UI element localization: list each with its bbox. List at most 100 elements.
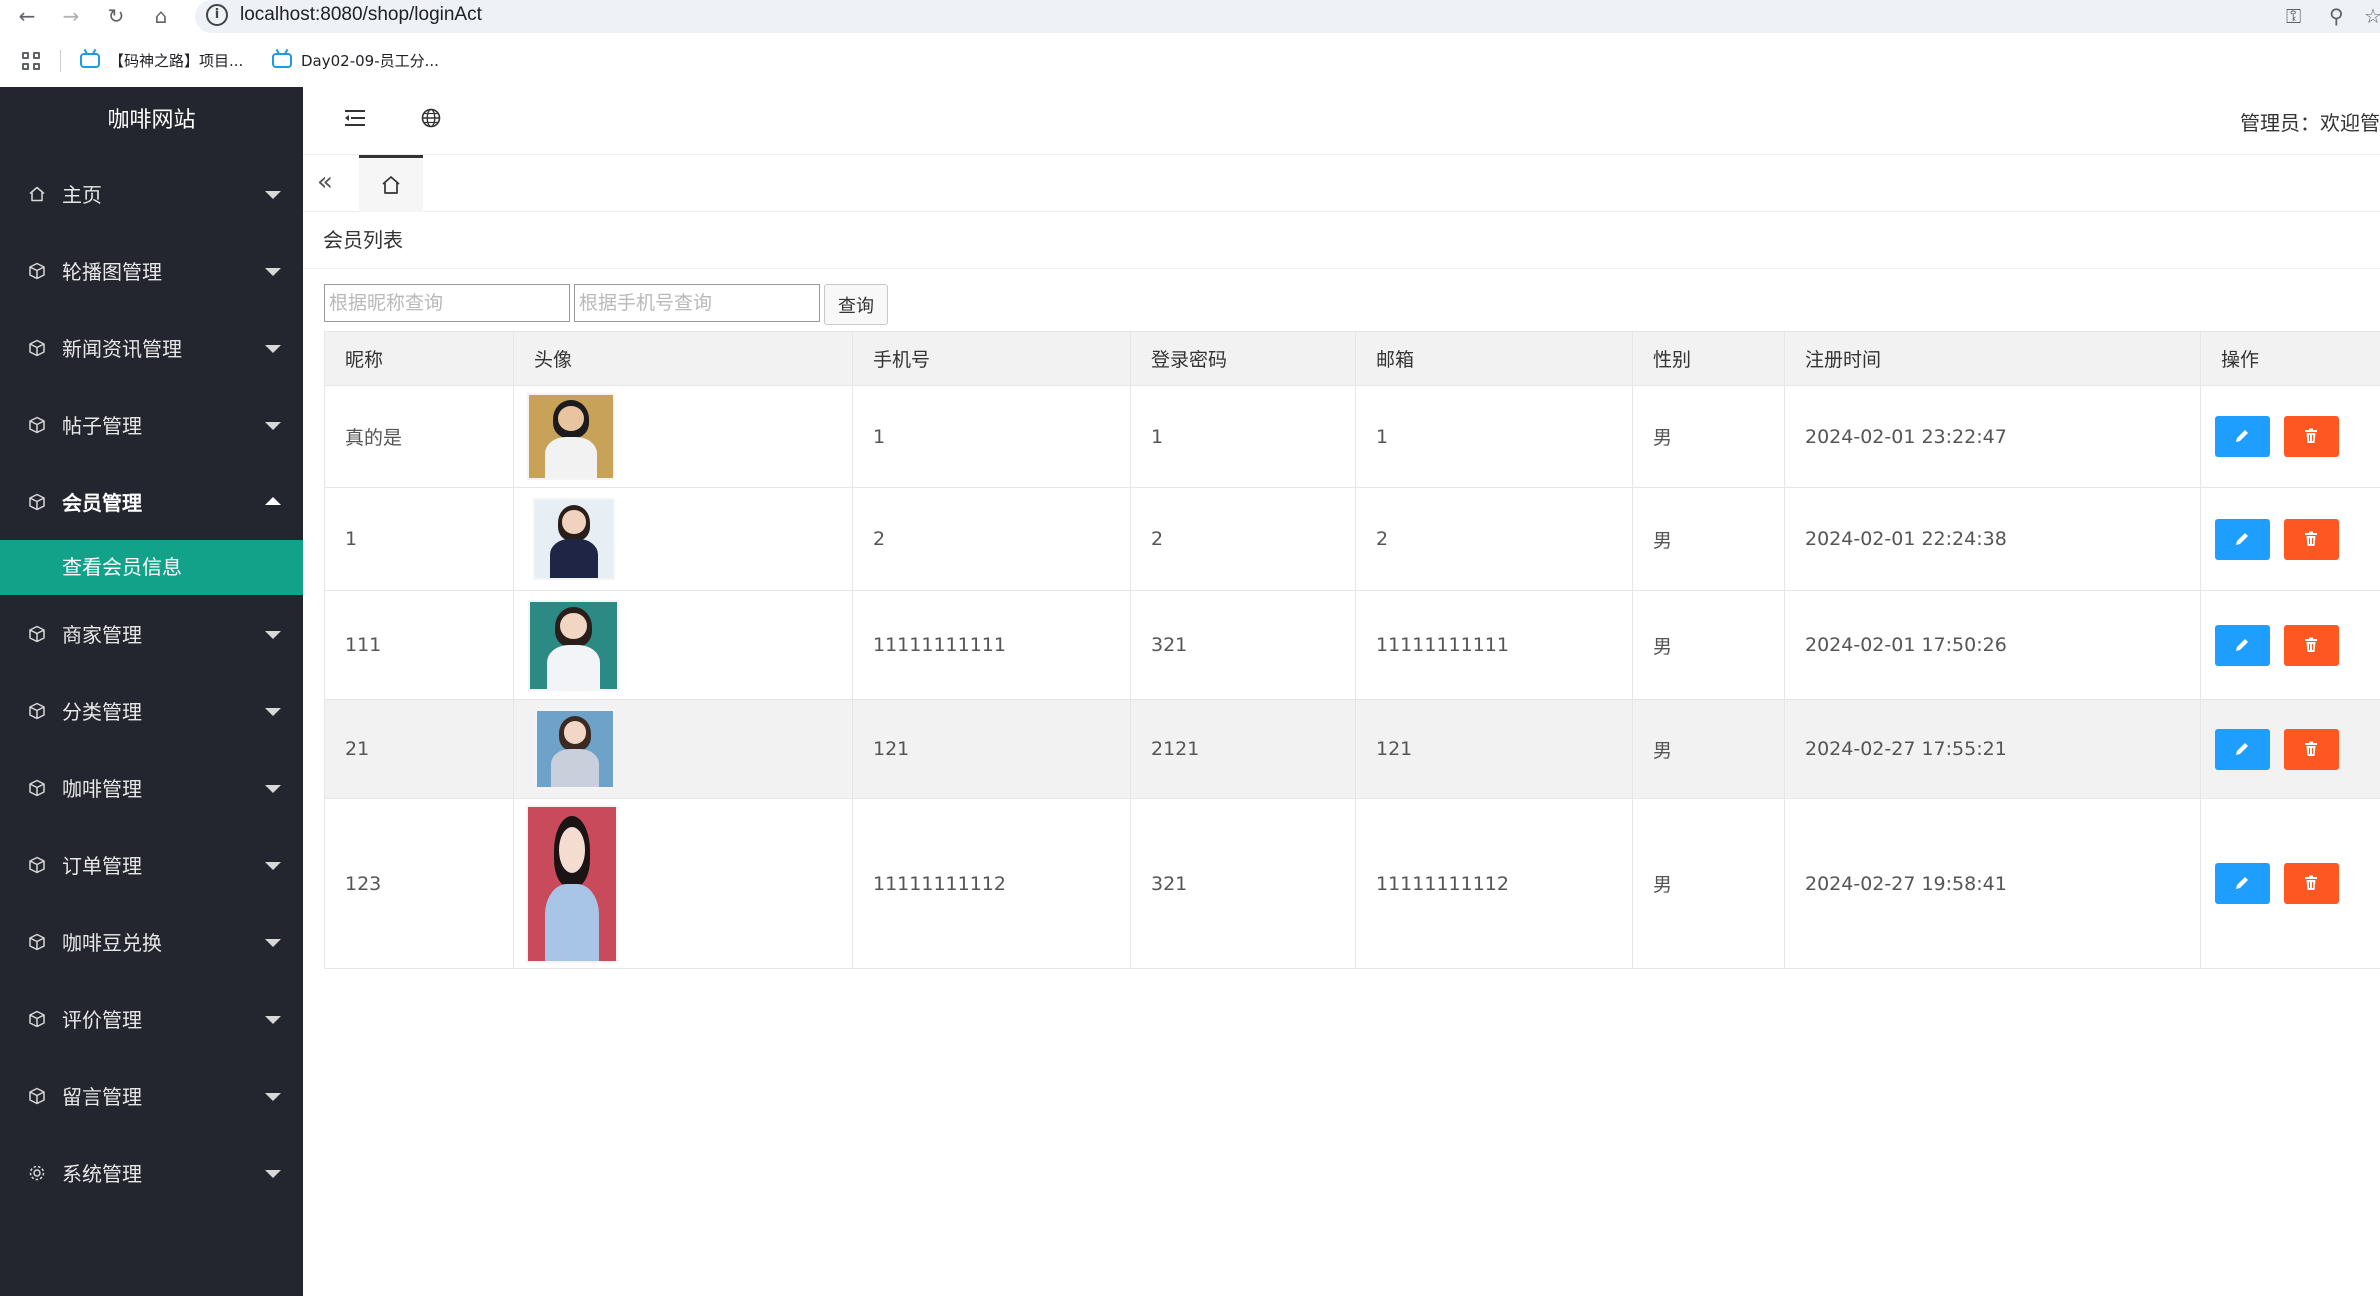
- trash-icon: [2305, 741, 2317, 756]
- cell-phone: 121: [852, 699, 1131, 799]
- delete-button[interactable]: [2284, 863, 2339, 904]
- avatar: [530, 601, 617, 689]
- reload-icon[interactable]: ↻: [103, 3, 129, 29]
- caret-down-icon: [265, 939, 281, 947]
- globe-icon[interactable]: [420, 107, 448, 135]
- sidebar-item[interactable]: 帖子管理: [0, 386, 303, 463]
- tab-bar: «: [303, 155, 2380, 212]
- phone-search-input[interactable]: [574, 284, 820, 322]
- sidebar-item-label: 分类管理: [62, 700, 142, 724]
- cube-icon: [26, 1008, 48, 1030]
- column-header: 手机号: [852, 331, 1131, 386]
- cell-registered: 2024-02-27 19:58:41: [1784, 798, 2201, 969]
- trash-icon: [2305, 531, 2317, 546]
- edit-button[interactable]: [2215, 728, 2270, 770]
- cell-phone: 11111111111: [852, 590, 1131, 700]
- sidebar-item-label: 系统管理: [62, 1162, 142, 1186]
- main-content: 会员列表 查询 昵称头像手机号登录密码邮箱性别注册时间操作 真的是111男202…: [303, 212, 2380, 1296]
- caret-down-icon: [265, 268, 281, 276]
- search-button[interactable]: 查询: [824, 284, 888, 325]
- sidebar-item-label: 会员管理: [62, 491, 142, 515]
- column-header: 性别: [1632, 331, 1785, 386]
- cell-nickname: 21: [324, 699, 514, 799]
- delete-button[interactable]: [2284, 518, 2339, 560]
- home-icon[interactable]: ⌂: [148, 3, 174, 29]
- divider: [303, 268, 2380, 269]
- sidebar-item[interactable]: 会员管理: [0, 463, 303, 540]
- delete-button[interactable]: [2284, 416, 2339, 457]
- caret-down-icon: [265, 708, 281, 716]
- key-icon[interactable]: ⚿: [2286, 4, 2301, 28]
- cell-password: 2121: [1130, 699, 1356, 799]
- sidebar-item-label: 咖啡豆兑换: [62, 931, 162, 955]
- cell-email: 1: [1355, 385, 1633, 488]
- zoom-icon[interactable]: ⚲: [2329, 4, 2344, 28]
- sidebar-item[interactable]: 订单管理: [0, 826, 303, 903]
- bookmark-item[interactable]: 【码神之路】项目...: [80, 50, 243, 71]
- edit-button[interactable]: [2215, 518, 2270, 560]
- pencil-icon: [2236, 638, 2248, 651]
- cell-phone: 2: [852, 487, 1131, 591]
- avatar-cell: [513, 699, 853, 799]
- sidebar-item[interactable]: 商家管理: [0, 595, 303, 672]
- bookmark-star-icon[interactable]: ☆: [2364, 4, 2380, 28]
- column-header: 登录密码: [1130, 331, 1356, 386]
- sidebar-item[interactable]: 新闻资讯管理: [0, 309, 303, 386]
- cell-email: 11111111111: [1355, 590, 1633, 700]
- sidebar-item[interactable]: 留言管理: [0, 1057, 303, 1134]
- actions-cell: [2200, 487, 2380, 591]
- sidebar-item[interactable]: 分类管理: [0, 672, 303, 749]
- browser-address-bar: ← → ↻ ⌂ i localhost:8080/shop/loginAct ⚿…: [0, 0, 2380, 33]
- edit-button[interactable]: [2215, 624, 2270, 666]
- site-title[interactable]: 咖啡网站: [0, 87, 303, 155]
- sidebar-item[interactable]: 评价管理: [0, 980, 303, 1057]
- caret-down-icon: [265, 631, 281, 639]
- actions-cell: [2200, 385, 2380, 488]
- bookmark-label: 【码神之路】项目...: [109, 52, 244, 70]
- tab-home[interactable]: [359, 155, 423, 212]
- bookmark-item[interactable]: Day02-09-员工分...: [272, 50, 439, 71]
- table-row: 21 121 2121 121 男 2024-02-27 17:55:21: [324, 699, 2380, 799]
- sidebar-item[interactable]: 系统管理: [0, 1134, 303, 1211]
- cell-registered: 2024-02-01 22:24:38: [1784, 487, 2201, 591]
- column-header: 操作: [2200, 331, 2380, 386]
- sidebar-item[interactable]: 咖啡豆兑换: [0, 903, 303, 980]
- submenu-item-view-members[interactable]: 查看会员信息: [0, 540, 303, 595]
- cube-icon: [26, 414, 48, 436]
- sidebar-item-label: 帖子管理: [62, 414, 142, 438]
- sidebar-item-label: 轮播图管理: [62, 260, 162, 284]
- menu-collapse-icon[interactable]: [343, 107, 371, 135]
- delete-button[interactable]: [2284, 624, 2339, 666]
- table-header-row: 昵称 头像 手机号 登录密码 邮箱 性别 注册时间 操作: [324, 331, 2380, 386]
- url-text[interactable]: localhost:8080/shop/loginAct: [240, 4, 482, 26]
- edit-button[interactable]: [2215, 416, 2270, 457]
- cell-password: 2: [1130, 487, 1356, 591]
- url-field[interactable]: [195, 0, 2380, 33]
- forward-arrow-icon[interactable]: →: [58, 3, 84, 29]
- pencil-icon: [2236, 742, 2248, 755]
- actions-cell: [2200, 699, 2380, 799]
- double-chevron-left-icon[interactable]: «: [317, 167, 333, 197]
- sidebar-item[interactable]: 主页: [0, 155, 303, 232]
- admin-welcome-text[interactable]: 管理员：欢迎管: [2240, 107, 2380, 136]
- actions-cell: [2200, 590, 2380, 700]
- sidebar-item[interactable]: 咖啡管理: [0, 749, 303, 826]
- avatar: [537, 711, 613, 787]
- site-info-icon[interactable]: i: [206, 4, 228, 26]
- cell-registered: 2024-02-27 17:55:21: [1784, 699, 2201, 799]
- apps-grid-icon[interactable]: [22, 52, 42, 72]
- cell-gender: 男: [1632, 385, 1785, 488]
- cell-email: 11111111112: [1355, 798, 1633, 969]
- trash-icon: [2305, 875, 2317, 890]
- delete-button[interactable]: [2284, 728, 2339, 770]
- sidebar-item-label: 留言管理: [62, 1085, 142, 1109]
- cell-email: 121: [1355, 699, 1633, 799]
- nickname-search-input[interactable]: [324, 284, 570, 322]
- back-arrow-icon[interactable]: ←: [14, 3, 40, 29]
- avatar-cell: [513, 590, 853, 700]
- sidebar-item[interactable]: 轮播图管理: [0, 232, 303, 309]
- avatar: [535, 500, 613, 578]
- cube-icon: [26, 777, 48, 799]
- edit-button[interactable]: [2215, 863, 2270, 904]
- cell-nickname: 123: [324, 798, 514, 969]
